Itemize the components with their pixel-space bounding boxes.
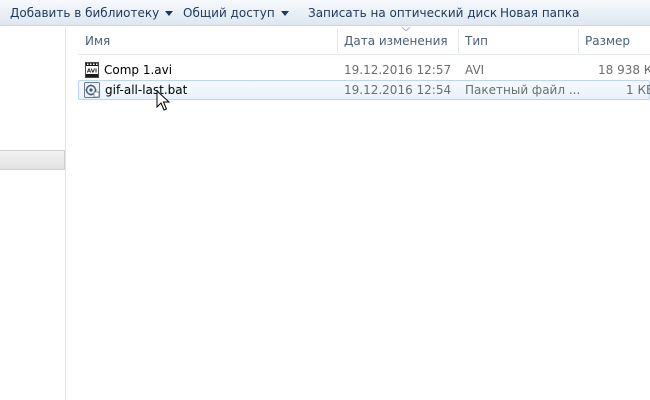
file-date: 19.12.2016 12:57 <box>344 63 452 77</box>
burn-disc-label: Записать на оптический диск <box>308 6 498 20</box>
column-divider[interactable] <box>578 29 579 53</box>
file-row-comp-avi[interactable]: AVI Comp 1.avi 19.12.2016 12:57 AVI 18 9… <box>78 60 650 80</box>
column-date[interactable]: Дата изменения <box>344 27 448 55</box>
avi-file-icon: AVI <box>85 62 99 78</box>
column-divider[interactable] <box>458 29 459 53</box>
batch-file-icon <box>84 82 100 98</box>
file-name[interactable]: Comp 1.avi <box>104 60 172 80</box>
column-divider[interactable] <box>337 29 338 53</box>
column-type[interactable]: Тип <box>465 27 488 55</box>
column-name[interactable]: Имя <box>85 27 110 55</box>
mouse-cursor-icon <box>156 90 170 111</box>
nav-selected-item[interactable] <box>0 150 65 170</box>
column-header: Имя Дата изменения Тип Размер <box>78 27 650 55</box>
share-button[interactable]: Общий доступ <box>183 0 289 26</box>
share-label: Общий доступ <box>183 6 275 20</box>
chevron-down-icon <box>280 11 289 16</box>
add-to-library-label: Добавить в библиотеку <box>10 6 160 20</box>
file-type: AVI <box>465 63 485 77</box>
column-size[interactable]: Размер <box>585 27 630 55</box>
burn-disc-button[interactable]: Записать на оптический диск <box>308 0 497 26</box>
new-folder-button[interactable]: Новая папка <box>500 0 579 26</box>
svg-text:AVI: AVI <box>87 69 97 75</box>
file-type: Пакетный файл ... <box>465 83 581 97</box>
add-to-library-button[interactable]: Добавить в библиотеку <box>10 0 174 26</box>
file-name[interactable]: gif-all-last.bat <box>105 80 187 100</box>
file-date: 19.12.2016 12:54 <box>344 83 452 97</box>
file-size: 1 КБ <box>626 83 650 97</box>
new-folder-label: Новая папка <box>500 6 580 20</box>
navigation-pane[interactable] <box>0 27 66 400</box>
chevron-down-icon <box>165 11 174 16</box>
file-size: 18 938 КБ <box>598 63 650 77</box>
command-toolbar: Добавить в библиотеку Общий доступ Запис… <box>0 0 650 26</box>
